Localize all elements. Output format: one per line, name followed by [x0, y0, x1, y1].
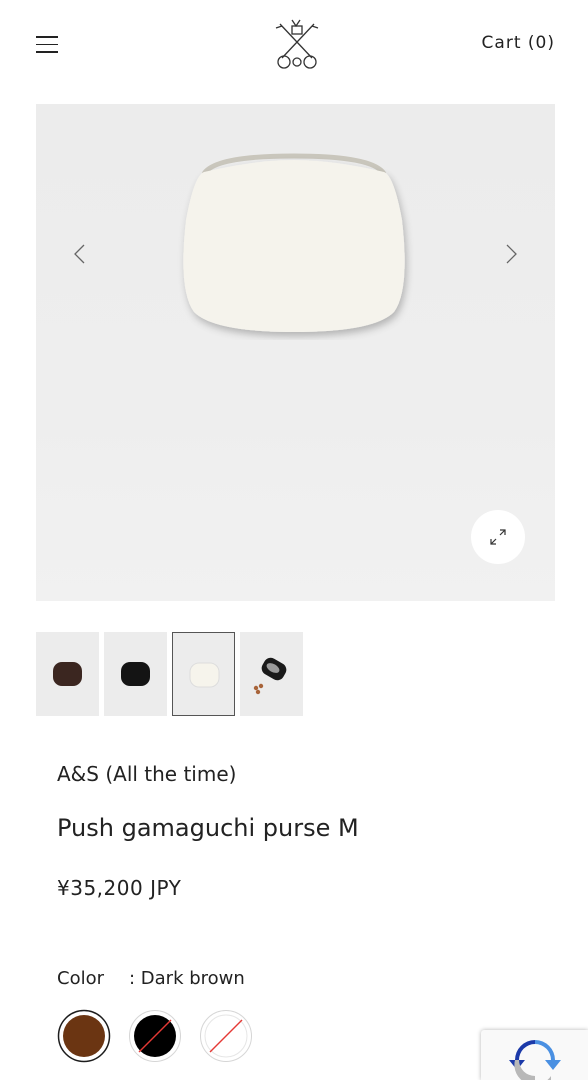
swatch-dark-brown[interactable]	[57, 1009, 111, 1063]
product-title: Push gamaguchi purse M	[57, 814, 359, 842]
product-gallery	[36, 104, 555, 601]
color-label: Color	[57, 968, 104, 989]
swatch-black-sold-out[interactable]	[128, 1009, 182, 1063]
product-brand: A&S (All the time)	[57, 762, 237, 786]
hamburger-menu-icon[interactable]	[36, 36, 58, 56]
thumbnail-black[interactable]	[104, 632, 167, 716]
recaptcha-logo-icon	[509, 1040, 561, 1080]
thumbnail-dark-brown[interactable]	[36, 632, 99, 716]
zoom-button[interactable]	[471, 510, 525, 564]
color-value: : Dark brown	[129, 968, 245, 989]
product-price: ¥35,200 JPY	[57, 876, 182, 900]
chevron-right-icon[interactable]	[501, 242, 521, 266]
recaptcha-badge[interactable]	[481, 1030, 588, 1080]
swatch-white-sold-out[interactable]	[199, 1009, 253, 1063]
crossed-keys-crest-icon[interactable]	[272, 18, 322, 72]
chevron-left-icon[interactable]	[70, 242, 90, 266]
cart-link[interactable]: Cart (0)	[482, 33, 555, 53]
site-header: Cart (0)	[0, 0, 588, 92]
cart-count: (0)	[527, 33, 555, 53]
cart-label: Cart	[481, 33, 522, 53]
thumbnail-white[interactable]	[172, 632, 235, 716]
expand-diagonal-arrows-icon	[490, 529, 506, 545]
product-image	[183, 153, 405, 332]
thumbnail-open-purse-coins[interactable]	[240, 632, 303, 716]
